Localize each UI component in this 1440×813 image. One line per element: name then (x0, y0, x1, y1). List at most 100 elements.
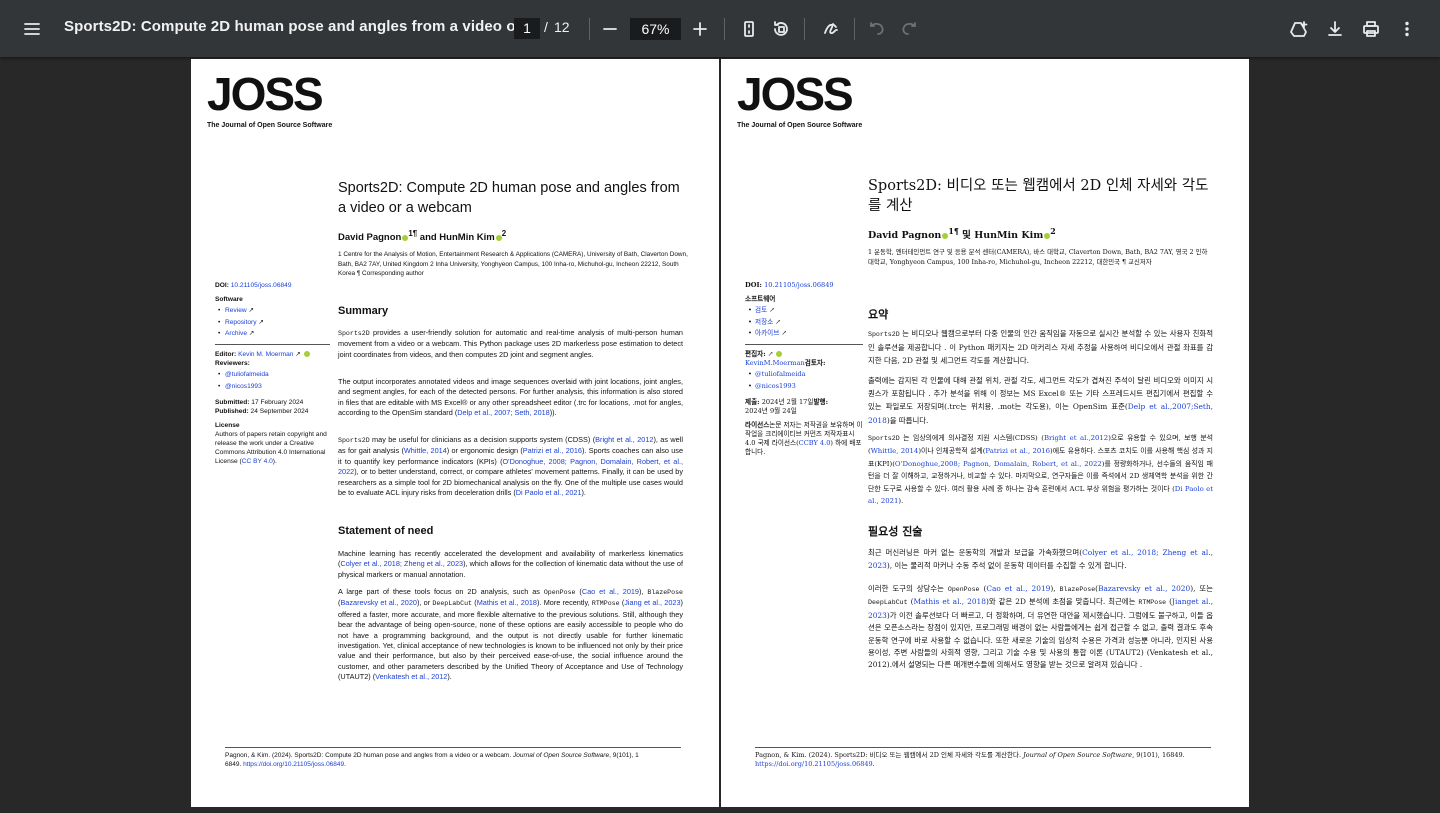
more-options-icon[interactable] (1391, 13, 1423, 45)
zoom-in-button[interactable] (684, 13, 716, 45)
toolbar-divider (804, 18, 805, 40)
reviewer-link[interactable]: @tuliofalmeida (225, 371, 269, 378)
code-text: RTMPose (1138, 599, 1167, 607)
citation-link[interactable]: Colyer et al., 2018; Zheng et al., 2023 (340, 559, 463, 568)
review-link[interactable]: Review (225, 307, 247, 314)
citation-link[interactable]: Cao et al., 2019 (582, 587, 639, 596)
footer-journal: Journal of Open Source Software (512, 752, 610, 759)
rotate-icon[interactable] (765, 13, 797, 45)
fit-to-page-icon[interactable] (733, 13, 765, 45)
redo-icon[interactable] (893, 13, 925, 45)
logo-subtitle: The Journal of Open Source Software (207, 122, 333, 129)
license-label: License (215, 421, 240, 429)
zoom-out-button[interactable] (594, 13, 626, 45)
citation-link[interactable]: Bright et al., 2012 (595, 435, 653, 444)
save-to-drive-icon[interactable] (1283, 13, 1315, 45)
repository-link[interactable]: Repository (225, 319, 257, 326)
code-text: DeepLabCut (432, 600, 472, 608)
paragraph-text: 이러한 도구의 상당수는 (868, 584, 948, 593)
archive-link[interactable]: Archive (225, 330, 247, 337)
need-paragraph-2: A large part of these tools focus on 2D … (338, 587, 683, 682)
submitted-row: 제출: 2024년 2월 17일발행: (745, 398, 863, 407)
citation-link[interactable]: Di Paolo et al., 2021 (516, 488, 582, 497)
download-icon[interactable] (1319, 13, 1351, 45)
footer-text: . (344, 761, 346, 768)
orcid-icon[interactable] (776, 351, 783, 357)
citation-link[interactable]: Bazarevsky et al., 2020 (1098, 584, 1190, 593)
citation-link[interactable]: Venkatesh et al., 2012 (375, 672, 447, 681)
need-paragraph-2: 이러한 도구의 상당수는 OpenPose (Cao et al., 2019)… (868, 584, 1214, 670)
print-icon[interactable] (1355, 13, 1387, 45)
code-text: BlazePose (1059, 586, 1096, 593)
doi-link[interactable]: 10.21105/joss.06849 (764, 281, 834, 289)
author-line: David Pagnon 1¶ and HunMin Kim 2 (338, 229, 506, 243)
editor-label: Editor: (215, 351, 237, 358)
repository-link[interactable]: 저장소 (755, 318, 773, 326)
reviewer-link[interactable]: @tuliofalmeida (755, 370, 806, 378)
menu-icon[interactable] (16, 13, 48, 45)
zoom-level-input[interactable]: 67% (630, 18, 681, 40)
editor-link[interactable]: KevinM.Moerman (745, 359, 805, 367)
reviewer-link[interactable]: @nicos1993 (755, 382, 796, 390)
toolbar-divider (854, 18, 855, 40)
citation-link[interactable]: O'Donoghue,2008; Pagnon, Domalain, Rober… (895, 460, 1102, 468)
summary-paragraph-1: Sports2D 는 비디오나 웹캠으로부터 다중 인물의 인간 움직임을 자동… (868, 327, 1213, 368)
sidebar-divider (745, 344, 863, 345)
review-link[interactable]: 검토 (755, 306, 767, 314)
need-paragraph-1: 최근 머신러닝은 마커 없는 운동학의 개발과 보급을 가속화했으며(Colye… (868, 546, 1213, 572)
summary-heading: 요약 (868, 308, 889, 321)
footer-text: Pagnon, & Kim. (2024). Sports2D: 비디오 또는 … (755, 751, 1024, 759)
published-label: 발행: (813, 397, 829, 406)
page-number-input[interactable]: 1 (514, 18, 540, 39)
license-link[interactable]: CCBY 4.0 (799, 439, 831, 447)
list-item: Archive ↗ (218, 329, 330, 338)
paper-sidebar: DOI: 10.21105/joss.06849 소프트웨어 검토 ↗ 저장소 … (745, 281, 863, 457)
citation-link[interactable]: Cao et al., 2019 (986, 584, 1050, 593)
citation-link[interactable]: Jiang et al., 2023 (624, 598, 680, 607)
author-sup: 2 (501, 229, 507, 238)
paper-title: Sports2D: Compute 2D human pose and angl… (338, 180, 680, 216)
citation-link[interactable]: Patrizi et al., 2016 (985, 447, 1050, 455)
citation-link[interactable]: Mathis et al., 2018 (913, 597, 985, 606)
logo-text: JOSS (207, 68, 324, 120)
paragraph-text: provides a user-friendly solution for au… (338, 328, 683, 359)
archive-link[interactable]: 아카이브 (755, 329, 779, 337)
paragraph-text: ) offered a faster, more accurate, and m… (338, 598, 683, 682)
footer-text: 6849. (225, 761, 244, 768)
citation-link[interactable]: Bright et al.,2012 (1044, 434, 1108, 442)
summary-paragraph-1: Sports2D provides a user-friendly soluti… (338, 328, 683, 360)
footer-doi-link[interactable]: https://doi.org/10.21105/joss.06849 (243, 761, 344, 768)
annotate-pen-icon[interactable] (815, 13, 847, 45)
summary-paragraph-2: 출력에는 감지된 각 인물에 대해 관절 위치, 관절 각도, 세그먼트 각도가… (868, 374, 1213, 427)
citation-link[interactable]: Whittle, 2014 (871, 447, 919, 455)
reviewer-link[interactable]: @nicos1993 (225, 383, 262, 390)
citation-link[interactable]: Mathis et al., 2018 (477, 598, 537, 607)
citation-link[interactable]: Delp et al., 2007; Seth, 2018 (457, 408, 550, 417)
editor-link[interactable]: Kevin M. Moerman (238, 351, 293, 358)
undo-icon[interactable] (861, 13, 893, 45)
list-item: @tuliofalmeida (748, 370, 863, 379)
toolbar-divider (724, 18, 725, 40)
paragraph-text: 와 같은 2D 분석에 초점을 맞춥니다. 최근에는 (988, 597, 1139, 607)
published-row: 2024년 9월 24일 (745, 407, 863, 416)
license-end: ). (272, 457, 277, 465)
citation-link[interactable]: Bazarevsky et al., 2020 (340, 598, 417, 607)
submitted-label: 제출: (745, 397, 760, 406)
submitted-row: Submitted: 17 February 2024 (215, 398, 330, 407)
author-sup: 2 (1050, 227, 1056, 236)
editor-label: 편집자: (745, 350, 766, 358)
paragraph-text: ) or ergonomic design ( (446, 446, 523, 456)
reviewers-label: Reviewers: (215, 360, 250, 367)
orcid-icon[interactable] (303, 351, 310, 358)
citation-link[interactable]: Patrizi et al., 2016 (523, 446, 582, 455)
affiliations: 1 운동학, 엔터테인먼트 연구 및 응용 분석 센터(CAMERA), 바스 … (868, 248, 1208, 266)
list-item: 검토 ↗ (748, 306, 863, 315)
document-title: Sports2D: Compute 2D human pose and angl… (64, 18, 539, 35)
license-link[interactable]: CC BY 4.0 (242, 458, 273, 465)
paper-title: Sports2D: 비디오 또는 웹캠에서 2D 인체 자세와 각도를 계산 (868, 178, 1209, 214)
doi-link[interactable]: 10.21105/joss.06849 (231, 282, 292, 289)
software-links: 검토 ↗ 저장소 ↗ 아카이브 ↗ (748, 306, 863, 338)
citation-link[interactable]: Whittle, 2014 (404, 446, 447, 455)
footer-divider (225, 747, 681, 748)
footer-doi-link[interactable]: https://doi.org/10.21105/joss.06849 (755, 760, 873, 768)
